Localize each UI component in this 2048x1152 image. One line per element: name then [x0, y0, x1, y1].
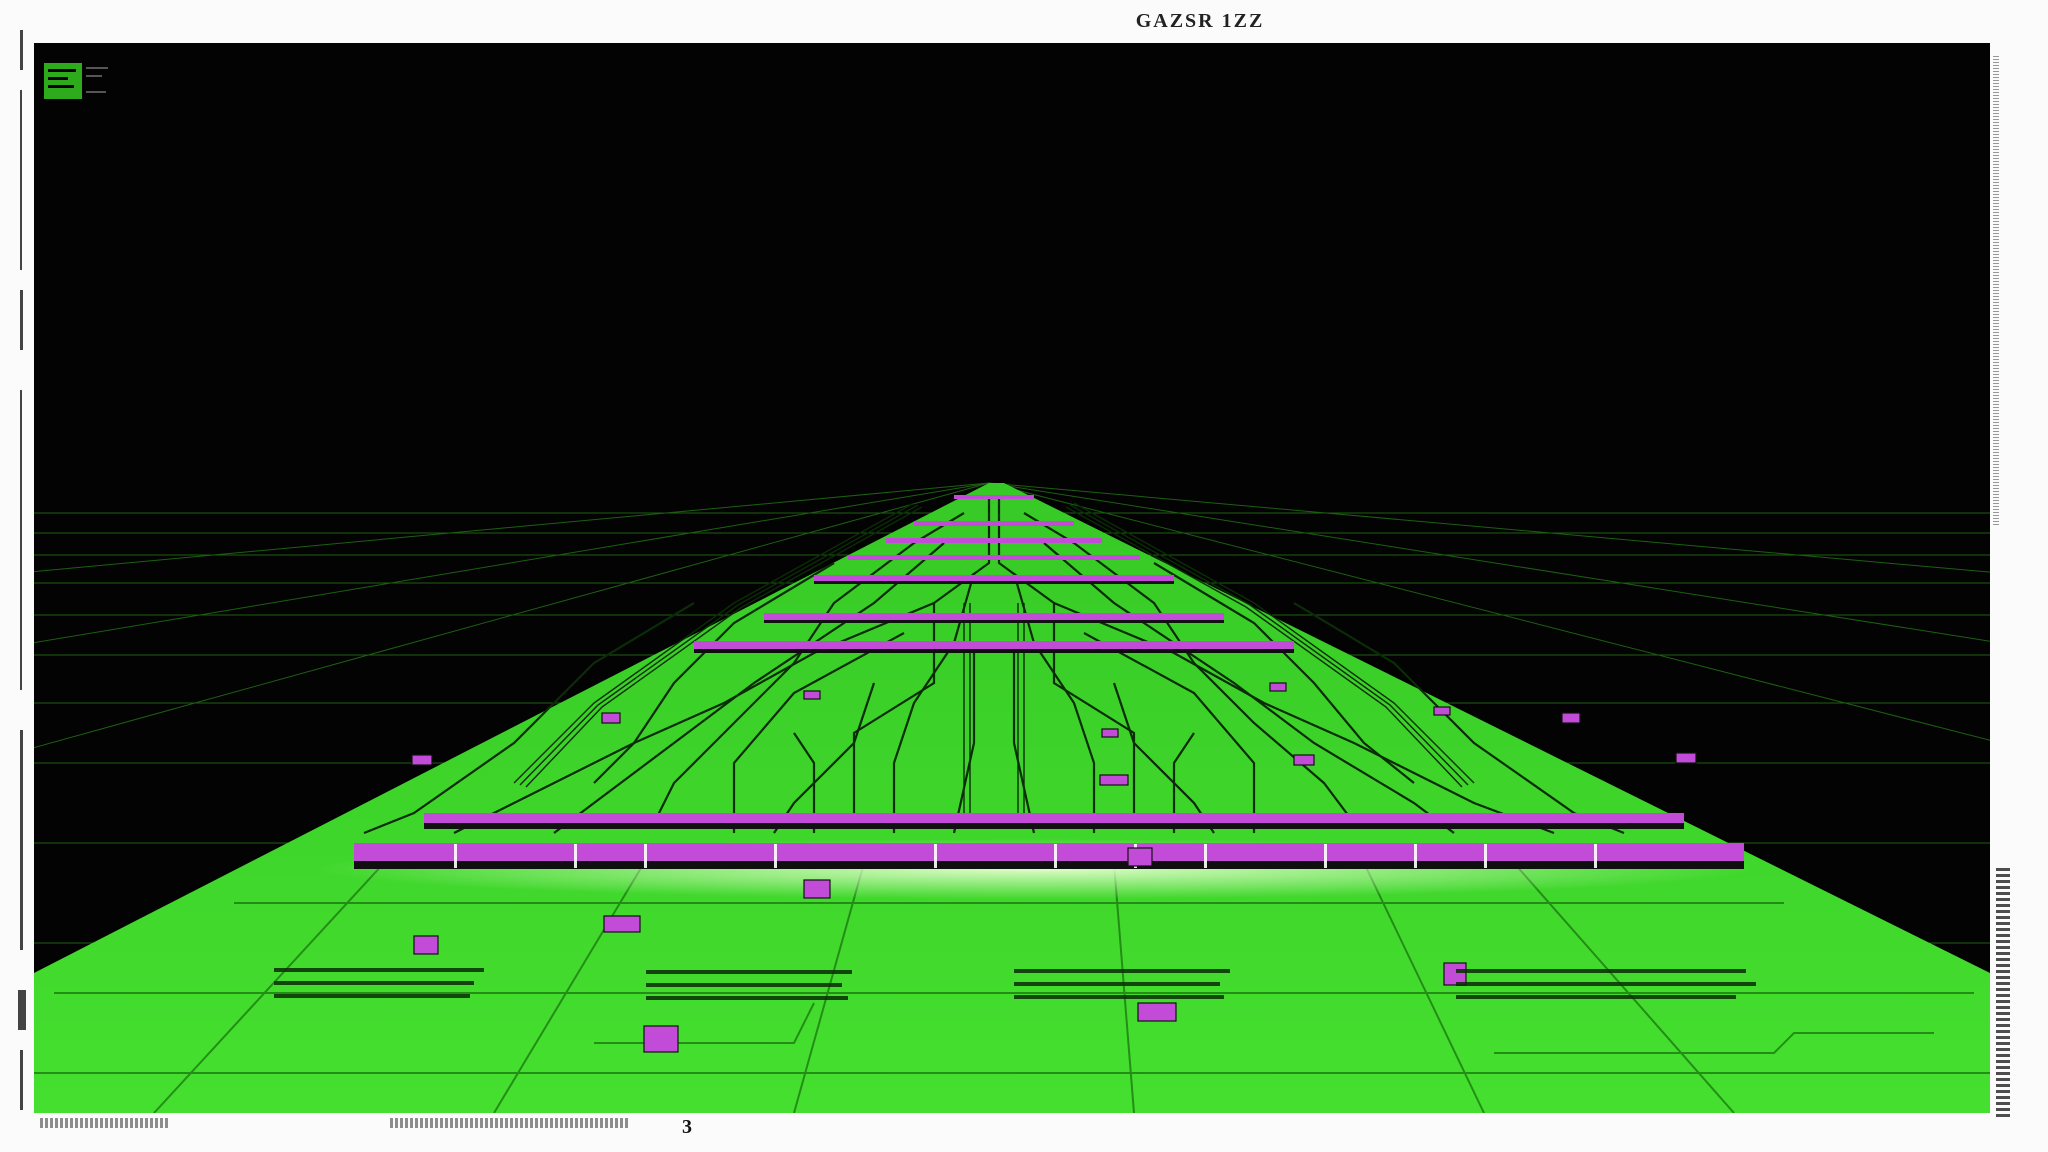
bottom-fine-text — [390, 1118, 630, 1128]
bottom-fine-text — [40, 1118, 170, 1128]
circuit-board-scene — [34, 43, 1990, 1113]
poster-title: GAZSR 1ZZ — [1135, 10, 1265, 32]
right-margin-text — [1996, 868, 2010, 1118]
right-margin-dots — [1993, 56, 1999, 526]
poster-page: GAZSR 1ZZ 3 — [0, 0, 2048, 1152]
page-number: 3 — [682, 1116, 692, 1138]
left-margin-text — [14, 30, 30, 1130]
circuit-board-artwork — [34, 43, 1990, 1113]
